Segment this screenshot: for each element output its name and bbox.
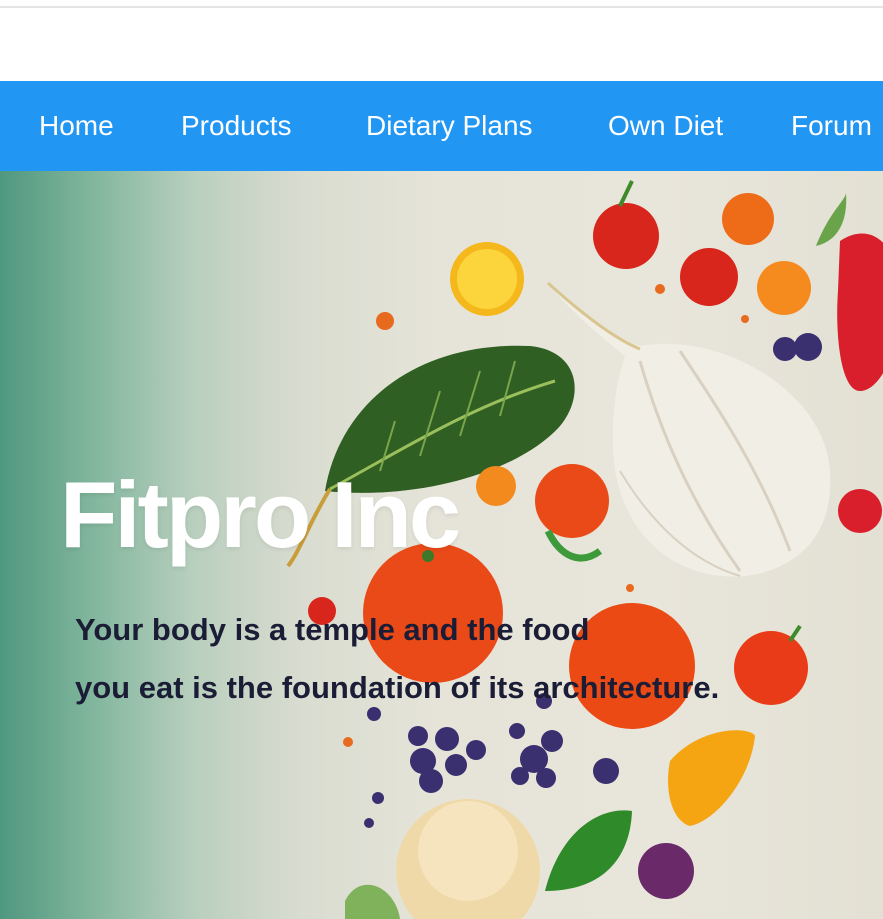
hero-banner: Fitpro Inc Your body is a temple and the…	[0, 171, 883, 919]
red-pepper-shape	[837, 233, 883, 391]
hero-tagline: Your body is a temple and the food you e…	[75, 601, 719, 717]
tomato-shape	[593, 203, 659, 269]
nav-item-dietary-plans[interactable]: Dietary Plans	[366, 81, 533, 171]
main-navigation: Home Products Dietary Plans Own Diet For…	[0, 81, 883, 171]
browser-top-area	[0, 0, 883, 81]
hero-tagline-line: you eat is the foundation of its archite…	[75, 670, 720, 705]
hero-tagline-line: Your body is a temple and the food	[75, 612, 590, 647]
nav-item-own-diet[interactable]: Own Diet	[608, 81, 723, 171]
mango-shape	[668, 730, 755, 826]
nav-item-forum[interactable]: Forum	[791, 81, 872, 171]
hero-title: Fitpro Inc	[60, 462, 461, 567]
top-divider	[0, 6, 883, 8]
nav-item-products[interactable]: Products	[181, 81, 292, 171]
nav-item-home[interactable]: Home	[39, 81, 114, 171]
